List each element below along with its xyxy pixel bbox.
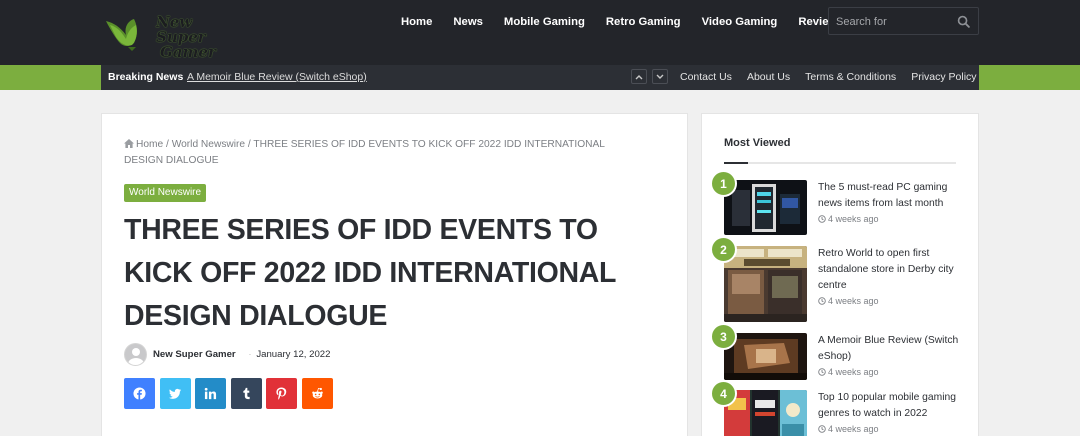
site-header: New Super Gamer Home News Mobile Gaming … [0, 0, 1080, 65]
facebook-icon [133, 387, 146, 400]
post-date: January 12, 2022 [256, 348, 331, 360]
clock-icon [818, 297, 826, 305]
nav-news[interactable]: News [453, 16, 483, 28]
tumblr-icon [242, 387, 250, 400]
breadcrumb-separator: / [163, 139, 172, 150]
breaking-news-label: Breaking News [108, 71, 184, 83]
link-contact-us[interactable]: Contact Us [680, 71, 732, 83]
rank-badge: 1 [710, 170, 737, 197]
post-title[interactable]: The 5 must-read PC gaming news items fro… [818, 180, 964, 212]
nav-home[interactable]: Home [401, 16, 432, 28]
secondary-nav: Contact Us About Us Terms & Conditions P… [680, 71, 992, 83]
breadcrumb: Home / World Newswire / THREE SERIES OF … [124, 137, 644, 169]
clock-icon [818, 368, 826, 376]
link-terms[interactable]: Terms & Conditions [805, 71, 896, 83]
share-reddit-button[interactable] [301, 378, 333, 409]
author-name[interactable]: New Super Gamer [153, 349, 236, 360]
post-time: 4 weeks ago [818, 367, 879, 377]
main-nav: Home News Mobile Gaming Retro Gaming Vid… [401, 0, 865, 43]
sidebar-widget-most-viewed: Most Viewed 1 The 5 must-read PC gaming … [701, 113, 979, 436]
post-time-text: 4 weeks ago [828, 367, 879, 377]
search-input[interactable] [836, 14, 951, 29]
share-pinterest-button[interactable] [266, 378, 297, 409]
nav-retro-gaming[interactable]: Retro Gaming [606, 16, 681, 28]
post-title[interactable]: Retro World to open first standalone sto… [818, 246, 964, 294]
home-icon [124, 139, 134, 148]
storefront-thumbnail-image [724, 246, 807, 322]
widget-title-divider [724, 162, 956, 164]
article-container: Home / World Newswire / THREE SERIES OF … [101, 113, 688, 436]
post-title[interactable]: Top 10 popular mobile gaming genres to w… [818, 390, 964, 422]
widget-title: Most Viewed [724, 137, 791, 149]
rank-badge: 3 [710, 323, 737, 350]
linkedin-icon [204, 387, 217, 400]
pinterest-icon [276, 387, 287, 400]
twitter-icon [168, 388, 181, 399]
site-logo[interactable]: New Super Gamer [104, 10, 239, 60]
pc-case-thumbnail-image [724, 180, 807, 235]
post-time-text: 4 weeks ago [828, 214, 879, 224]
clock-icon [818, 215, 826, 223]
post-meta: New Super Gamer · January 12, 2022 [124, 342, 330, 366]
logo-line-1: New Super [156, 13, 206, 46]
link-about-us[interactable]: About Us [747, 71, 790, 83]
chevron-up-icon [635, 74, 643, 79]
share-buttons [124, 378, 337, 409]
article-title: THREE SERIES OF IDD EVENTS TO KICK OFF 2… [124, 214, 616, 332]
share-facebook-button[interactable] [124, 378, 155, 409]
breaking-news-item[interactable]: A Memoir Blue Review (Switch eShop) [187, 71, 367, 83]
meta-separator: · [248, 349, 252, 359]
rank-badge: 2 [710, 236, 737, 263]
rank-badge: 4 [710, 380, 737, 407]
reddit-icon [311, 387, 323, 399]
logo-line-2: Gamer [160, 43, 216, 61]
wing-logo-icon [106, 19, 137, 51]
post-title[interactable]: A Memoir Blue Review (Switch eShop) [818, 333, 964, 365]
clock-icon [818, 425, 826, 433]
breaking-news-bar: Breaking News A Memoir Blue Review (Swit… [101, 65, 979, 90]
share-linkedin-button[interactable] [195, 378, 226, 409]
nav-video-gaming[interactable]: Video Gaming [702, 16, 778, 28]
nav-mobile-gaming[interactable]: Mobile Gaming [504, 16, 585, 28]
category-badge[interactable]: World Newswire [124, 184, 207, 202]
post-time: 4 weeks ago [818, 214, 879, 224]
share-twitter-button[interactable] [159, 378, 191, 409]
post-time: 4 weeks ago [818, 424, 879, 434]
post-thumbnail[interactable] [724, 180, 807, 235]
post-time-text: 4 weeks ago [828, 424, 879, 434]
search-box [828, 7, 979, 35]
chevron-down-icon [656, 74, 664, 79]
breadcrumb-category[interactable]: World Newswire [172, 139, 245, 150]
author-avatar[interactable] [124, 342, 147, 366]
ticker-next-button[interactable] [652, 69, 668, 84]
post-time: 4 weeks ago [818, 296, 879, 306]
share-tumblr-button[interactable] [230, 378, 262, 409]
breadcrumb-home[interactable]: Home [136, 139, 163, 150]
post-time-text: 4 weeks ago [828, 296, 879, 306]
post-thumbnail[interactable] [724, 246, 807, 322]
logo-wordmark: New Super Gamer [156, 15, 239, 60]
ticker-prev-button[interactable] [631, 69, 647, 84]
search-icon[interactable] [957, 15, 970, 28]
link-privacy-policy[interactable]: Privacy Policy [911, 71, 976, 83]
